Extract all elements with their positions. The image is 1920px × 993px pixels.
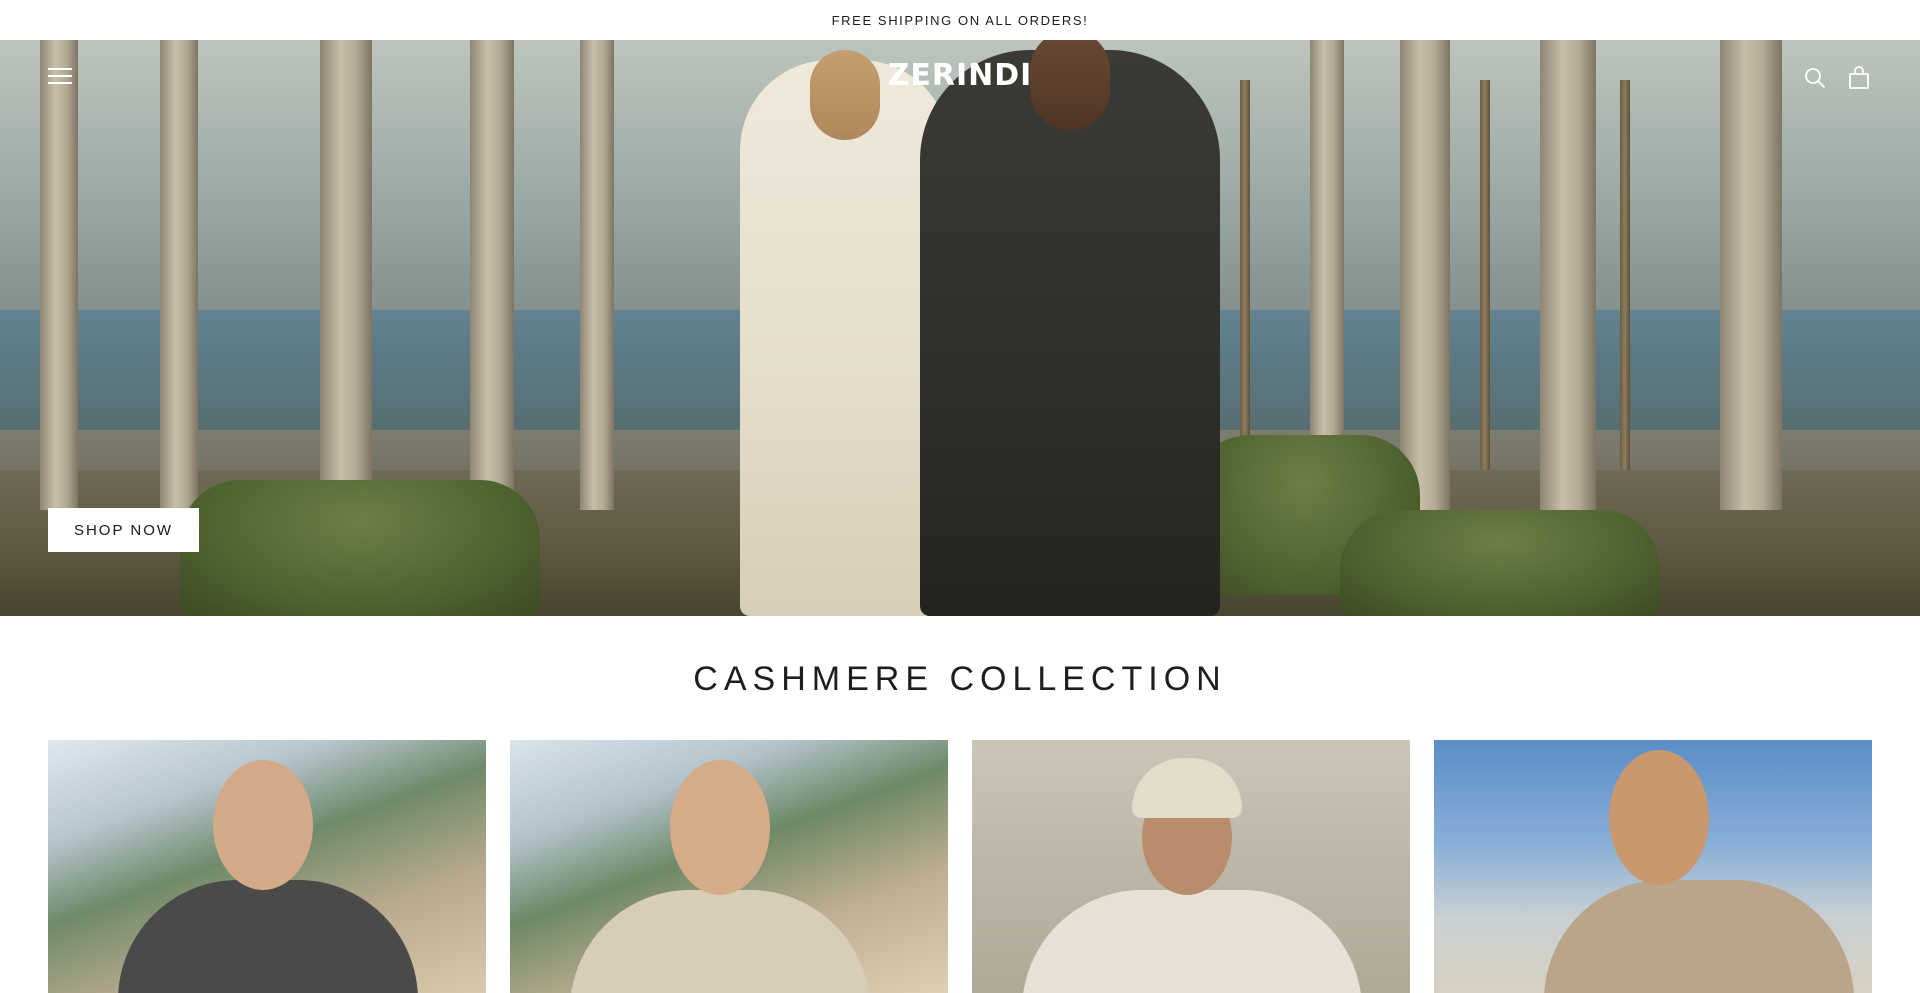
search-icon[interactable] — [1803, 66, 1827, 90]
product-model-cap — [1132, 758, 1242, 818]
hero-pillar — [470, 40, 514, 510]
site-logo[interactable]: ZERINDI — [0, 58, 1920, 93]
hero-pillar — [1720, 40, 1782, 510]
hero-pillar — [1540, 40, 1596, 510]
hero-pillar — [40, 40, 78, 510]
product-model-body — [570, 890, 870, 993]
hero-pillar — [580, 40, 614, 510]
hero-pillar — [320, 40, 372, 510]
hero-palm — [1620, 80, 1630, 470]
product-model-body — [118, 880, 418, 993]
bag-icon[interactable] — [1847, 65, 1871, 91]
product-card[interactable] — [48, 740, 486, 993]
hero-pillar — [1400, 40, 1450, 510]
product-card[interactable] — [510, 740, 948, 993]
product-card[interactable] — [972, 740, 1410, 993]
shop-now-button[interactable]: SHOP NOW — [48, 508, 199, 552]
hero-sofa — [180, 480, 540, 616]
hero-palm — [1240, 80, 1250, 470]
collection-title: CASHMERE COLLECTION — [693, 660, 1227, 698]
announcement-bar: FREE SHIPPING ON ALL ORDERS! — [0, 0, 1920, 40]
product-card[interactable] — [1434, 740, 1872, 993]
hero-model-black-suit — [920, 40, 1220, 616]
hero-sofa — [1340, 510, 1660, 616]
hero-palm — [1480, 80, 1490, 470]
announcement-text: FREE SHIPPING ON ALL ORDERS! — [831, 12, 1089, 28]
product-model-head — [1609, 750, 1709, 885]
product-model-body — [1544, 880, 1854, 993]
hero-model-white-suit — [740, 50, 950, 616]
product-grid — [48, 740, 1872, 993]
hero-pillar — [160, 40, 198, 510]
product-model-body — [1022, 890, 1362, 993]
hero-banner[interactable] — [0, 40, 1920, 616]
product-model-head — [670, 760, 770, 895]
product-model-head — [213, 760, 313, 890]
